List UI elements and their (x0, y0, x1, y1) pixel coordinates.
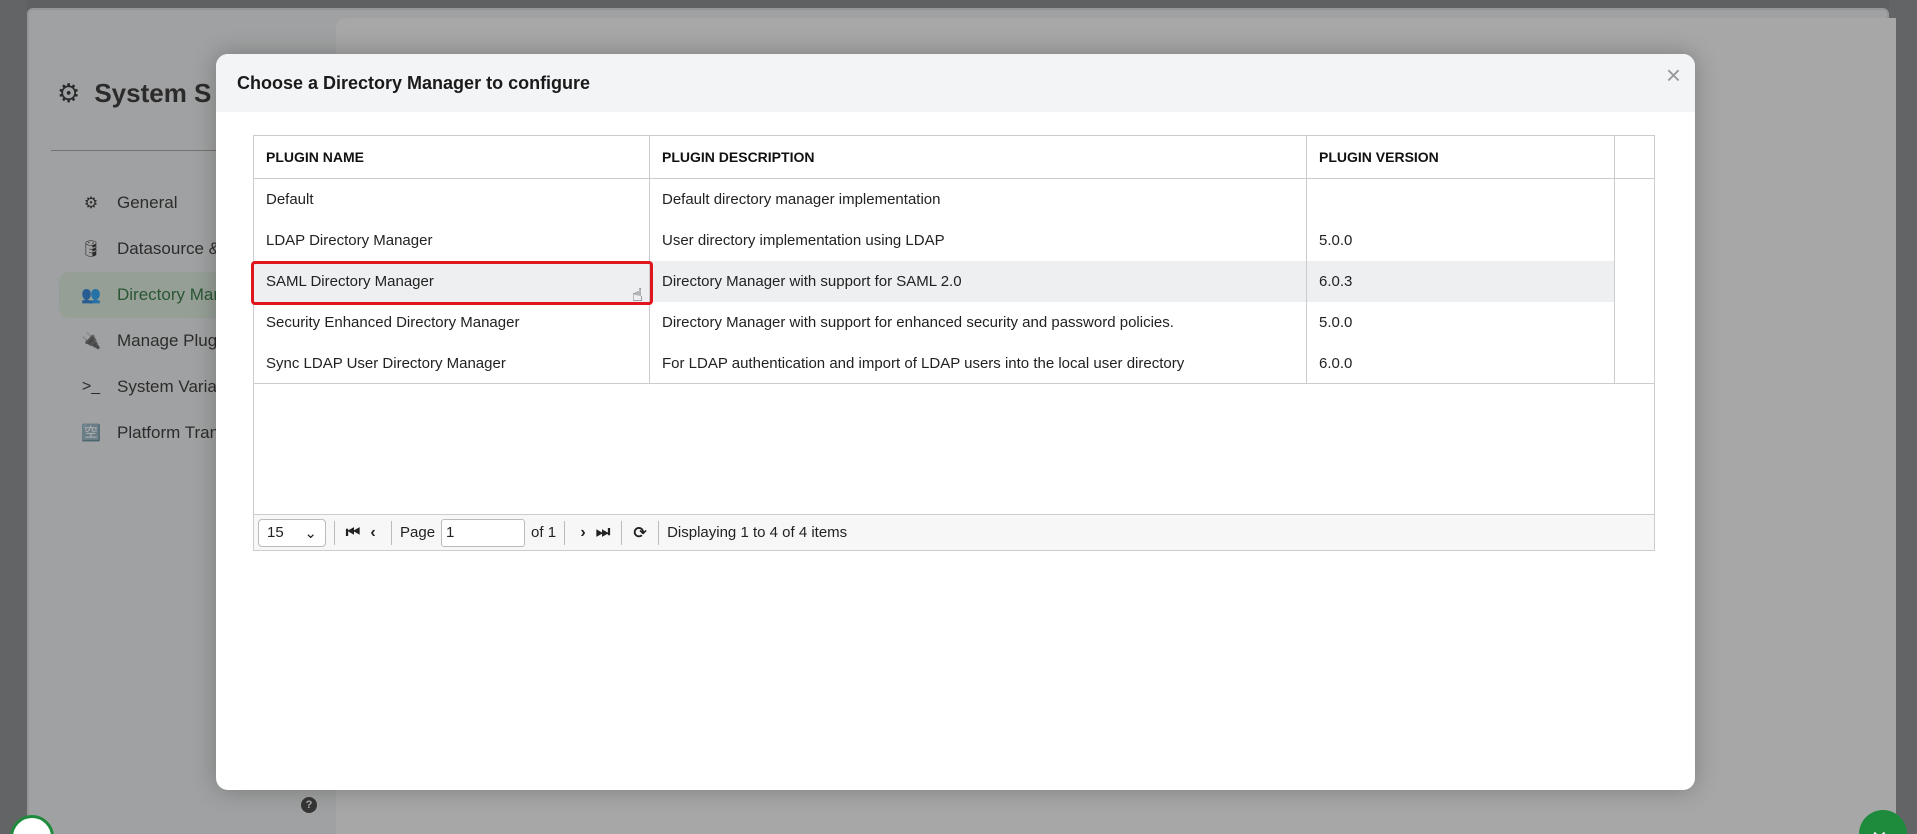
pager-divider (564, 520, 566, 545)
dialog-title: Choose a Directory Manager to configure (237, 72, 591, 93)
table-row[interactable]: Default Default directory manager implem… (254, 179, 1654, 220)
prev-page-icon[interactable]: ‹ (363, 524, 383, 542)
dialog-header: Choose a Directory Manager to configure (216, 54, 1695, 112)
table-row[interactable]: Security Enhanced Directory Manager Dire… (254, 302, 1654, 343)
cell-plugin-description: Directory Manager with support for SAML … (650, 261, 1307, 302)
cell-plugin-version: 6.0.0 (1307, 343, 1615, 384)
cell-plugin-description: Directory Manager with support for enhan… (650, 302, 1307, 343)
column-header-plugin-name[interactable]: PLUGIN NAME (254, 136, 650, 178)
first-page-icon[interactable]: ⏮ (343, 524, 363, 542)
cell-plugin-name: LDAP Directory Manager (254, 220, 650, 261)
plugin-table: PLUGIN NAME PLUGIN DESCRIPTION PLUGIN VE… (251, 135, 1655, 551)
cell-plugin-name: SAML Directory Manager (254, 261, 650, 302)
column-header-spacer (1615, 136, 1654, 178)
table-row-selected[interactable]: SAML Directory Manager Directory Manager… (254, 261, 1654, 302)
cell-plugin-version (1307, 179, 1615, 220)
cell-plugin-version: 6.0.3 (1307, 261, 1615, 302)
pager-status: Displaying 1 to 4 of 4 items (667, 524, 848, 541)
table-header: PLUGIN NAME PLUGIN DESCRIPTION PLUGIN VE… (254, 136, 1654, 179)
cell-plugin-description: Default directory manager implementation (650, 179, 1307, 220)
column-header-plugin-version[interactable]: PLUGIN VERSION (1307, 136, 1615, 178)
cell-plugin-version: 5.0.0 (1307, 220, 1615, 261)
page-count-label: of 1 (531, 524, 557, 541)
cell-plugin-name: Default (254, 179, 650, 220)
page-label: Page (400, 524, 436, 541)
pager-divider (334, 520, 335, 545)
table-body: Default Default directory manager implem… (251, 179, 1654, 384)
page-number-input[interactable]: 1 (441, 518, 526, 547)
cell-plugin-description: User directory implementation using LDAP (650, 220, 1307, 261)
table-row[interactable]: Sync LDAP User Directory Manager For LDA… (254, 343, 1654, 384)
cell-plugin-name: Sync LDAP User Directory Manager (254, 343, 650, 384)
refresh-icon[interactable]: ⟳ (630, 523, 650, 543)
table-row[interactable]: LDAP Directory Manager User directory im… (254, 220, 1654, 261)
last-page-icon[interactable]: ⏭ (593, 524, 613, 542)
pager-divider (621, 520, 623, 545)
pager-divider (391, 520, 392, 545)
cell-plugin-version: 5.0.0 (1307, 302, 1615, 343)
next-page-icon[interactable]: › (573, 524, 593, 542)
pager-divider (658, 520, 660, 545)
column-header-plugin-description[interactable]: PLUGIN DESCRIPTION (650, 136, 1307, 178)
pagination-bar: 15 ⌄ ⏮ ‹ Page 1 of 1 › ⏭ ⟳ Displaying 1 … (254, 514, 1654, 550)
cell-plugin-description: For LDAP authentication and import of LD… (650, 343, 1307, 384)
cell-plugin-name: Security Enhanced Directory Manager (254, 302, 650, 343)
chevron-down-icon: ⌄ (304, 524, 317, 542)
hand-cursor-icon: ☝ (632, 285, 643, 305)
dialog-close-icon[interactable]: × (1666, 62, 1681, 88)
page-size-select[interactable]: 15 ⌄ (258, 518, 326, 547)
directory-manager-dialog: Choose a Directory Manager to configure … (216, 54, 1695, 790)
